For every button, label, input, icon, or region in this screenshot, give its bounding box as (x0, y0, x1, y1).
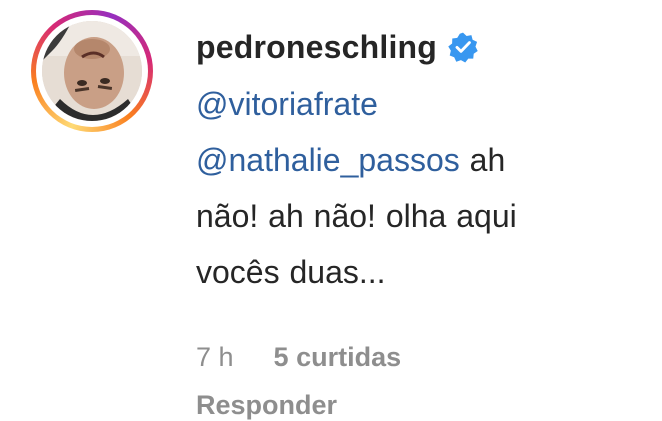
comment-item: pedroneschling @vitoriafrate @nathalie_p… (0, 0, 662, 420)
timestamp[interactable]: 7 h (196, 342, 234, 373)
comment-meta: 7 h 5 curtidas (196, 342, 401, 373)
comment-header: pedroneschling (196, 22, 646, 72)
comment-text: @vitoriafrate @nathalie_passos ah não! a… (196, 76, 646, 300)
comment-text-part: vocês duas... (196, 254, 386, 290)
comment-text-part: ah (459, 142, 506, 178)
avatar[interactable] (42, 21, 142, 121)
profile-photo (42, 21, 142, 121)
comment-body: pedroneschling @vitoriafrate @nathalie_p… (196, 22, 646, 300)
mention-link[interactable]: @nathalie_passos (196, 142, 460, 178)
verified-badge-icon (447, 31, 479, 63)
likes-count-button[interactable]: 5 curtidas (274, 342, 402, 373)
mention-link[interactable]: @vitoriafrate (196, 86, 378, 122)
story-ring[interactable] (31, 10, 153, 132)
username-link[interactable]: pedroneschling (196, 29, 437, 66)
reply-button[interactable]: Responder (196, 390, 337, 421)
comment-text-part: não! ah não! olha aqui (196, 198, 517, 234)
